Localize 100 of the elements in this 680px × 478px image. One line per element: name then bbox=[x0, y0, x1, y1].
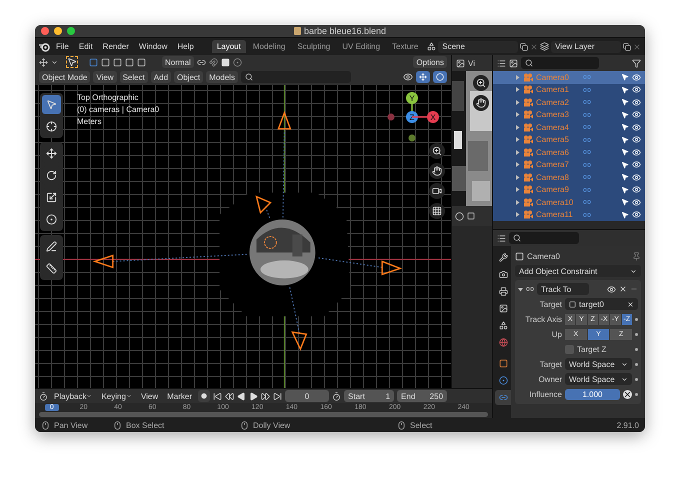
expand-arrow-icon[interactable] bbox=[515, 200, 520, 205]
keyframe-dot-icon[interactable] bbox=[635, 348, 638, 350]
options-dropdown[interactable]: Options bbox=[413, 56, 447, 68]
collection-dropdown[interactable]: Models bbox=[206, 71, 238, 83]
workspace-tab[interactable]: UV Editing bbox=[337, 40, 386, 53]
expand-arrow-icon[interactable] bbox=[515, 100, 520, 105]
play-icon[interactable] bbox=[249, 392, 258, 400]
menu-item[interactable]: File bbox=[52, 41, 73, 52]
menu-item[interactable]: Select bbox=[120, 71, 148, 83]
influence-slider[interactable]: 1.000 bbox=[565, 388, 620, 400]
menu-item[interactable]: Marker bbox=[164, 392, 196, 400]
clock-icon[interactable] bbox=[39, 392, 48, 400]
caret-icon[interactable] bbox=[51, 58, 58, 66]
search-field[interactable] bbox=[509, 232, 579, 244]
menu-item[interactable]: Playback bbox=[51, 392, 96, 400]
close-icon[interactable] bbox=[619, 285, 627, 293]
camera-view-button[interactable] bbox=[429, 183, 445, 199]
expand-arrow-icon[interactable] bbox=[515, 212, 520, 218]
timer-icon[interactable] bbox=[332, 392, 342, 400]
add-constraint-dropdown[interactable]: Add Object Constraint bbox=[515, 265, 641, 277]
axis-handle[interactable]: Z bbox=[406, 111, 418, 123]
tool-button[interactable] bbox=[42, 95, 61, 114]
image-icon[interactable] bbox=[456, 58, 465, 68]
fast-forward-icon[interactable] bbox=[261, 392, 270, 400]
filter-icon[interactable] bbox=[632, 58, 641, 68]
expand-arrow-icon[interactable] bbox=[515, 187, 520, 192]
axis-dot[interactable] bbox=[408, 134, 416, 142]
space-dropdown[interactable]: World Space bbox=[565, 373, 632, 385]
minimize-button[interactable] bbox=[54, 27, 62, 35]
workspace-tab[interactable]: Sculpting bbox=[292, 40, 336, 53]
menu-item[interactable]: View bbox=[138, 392, 162, 400]
close-button[interactable] bbox=[41, 27, 49, 35]
constraint-name-field[interactable]: Track To bbox=[537, 283, 589, 295]
space-dropdown[interactable]: World Space bbox=[565, 358, 632, 370]
menu-item[interactable]: Render bbox=[98, 41, 133, 52]
menu-item[interactable]: Help bbox=[173, 41, 198, 52]
search-field[interactable] bbox=[240, 71, 351, 83]
circle-icon[interactable] bbox=[455, 212, 464, 220]
list-icon[interactable] bbox=[497, 234, 506, 242]
skip-back-icon[interactable] bbox=[213, 392, 222, 400]
overlay-toggle[interactable] bbox=[433, 71, 447, 83]
eye-icon[interactable] bbox=[607, 284, 616, 294]
menu-item[interactable]: View bbox=[93, 71, 117, 83]
search-field[interactable] bbox=[521, 57, 599, 69]
menu-item[interactable]: Add bbox=[150, 71, 172, 83]
link-icon[interactable] bbox=[196, 58, 206, 66]
keyframe-dot-icon[interactable] bbox=[635, 392, 638, 396]
keyframe-dot-icon[interactable] bbox=[635, 332, 638, 336]
target-field[interactable]: target0 bbox=[565, 298, 638, 310]
square-icon[interactable] bbox=[220, 58, 230, 66]
scene-field[interactable]: Scene bbox=[438, 40, 518, 52]
menu-item[interactable]: Vi bbox=[468, 58, 475, 68]
menu-item[interactable]: Window bbox=[134, 41, 172, 52]
workspace-tab[interactable]: Texture bbox=[387, 40, 424, 53]
end-frame-field[interactable]: End 250 bbox=[397, 390, 448, 402]
copy-icon[interactable] bbox=[520, 42, 528, 50]
expand-arrow-icon[interactable] bbox=[515, 174, 520, 180]
expand-arrow-icon[interactable] bbox=[515, 162, 520, 168]
reverse-play-icon[interactable] bbox=[237, 392, 246, 400]
menu-item[interactable]: Edit bbox=[74, 41, 97, 52]
expand-arrow-icon[interactable] bbox=[515, 124, 520, 130]
mode-dropdown[interactable]: Object Mode bbox=[39, 71, 90, 83]
pointer-icon[interactable] bbox=[67, 57, 77, 67]
record-button[interactable] bbox=[198, 390, 210, 402]
orientation-dropdown[interactable]: Normal bbox=[162, 56, 194, 68]
pan-button[interactable] bbox=[429, 163, 445, 179]
expand-arrow-icon[interactable] bbox=[515, 150, 520, 155]
magnet-icon[interactable] bbox=[208, 58, 218, 66]
menu-item[interactable]: Keying bbox=[98, 392, 135, 400]
menu-item[interactable]: Object bbox=[174, 71, 204, 83]
rewind-icon[interactable] bbox=[225, 392, 234, 400]
expand-arrow-icon[interactable] bbox=[515, 87, 520, 92]
start-frame-field[interactable]: Start 1 bbox=[344, 390, 394, 402]
axis-dot[interactable] bbox=[388, 114, 394, 120]
copy-icon[interactable] bbox=[623, 42, 631, 50]
image-icon[interactable] bbox=[509, 58, 518, 68]
move-arrows-icon[interactable] bbox=[39, 58, 48, 66]
scene-icon[interactable] bbox=[427, 42, 436, 51]
view-layer-field[interactable]: View Layer bbox=[551, 40, 621, 52]
square-icon[interactable] bbox=[467, 212, 475, 220]
frame-field[interactable]: 0 bbox=[285, 390, 330, 402]
keyframe-dot-icon[interactable] bbox=[635, 362, 638, 366]
expand-arrow-icon[interactable] bbox=[515, 112, 520, 118]
pin-icon[interactable] bbox=[632, 252, 641, 260]
workspace-tab[interactable]: Modeling bbox=[248, 40, 290, 53]
keyframe-dot-icon[interactable] bbox=[635, 378, 638, 380]
layers-icon[interactable] bbox=[540, 42, 550, 51]
workspace-tab[interactable]: Layout bbox=[212, 40, 246, 53]
zoom-button[interactable] bbox=[429, 143, 445, 159]
circle-dot-icon[interactable] bbox=[232, 58, 242, 66]
scrollbar[interactable] bbox=[39, 412, 488, 417]
eye-icon[interactable] bbox=[403, 72, 413, 82]
grid-view-button[interactable] bbox=[429, 203, 445, 219]
checkbox[interactable] bbox=[565, 344, 574, 354]
expand-arrow-icon[interactable] bbox=[515, 137, 520, 142]
keyframe-dot-icon[interactable] bbox=[635, 318, 638, 320]
expand-arrow-icon[interactable] bbox=[518, 286, 523, 292]
skip-forward-icon[interactable] bbox=[273, 392, 282, 400]
clear-icon[interactable] bbox=[623, 390, 632, 398]
expand-arrow-icon[interactable] bbox=[515, 74, 520, 80]
